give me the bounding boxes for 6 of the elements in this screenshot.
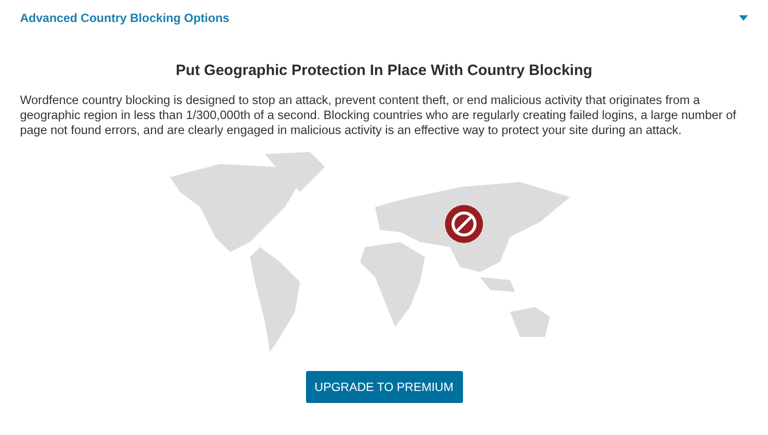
caret-icon[interactable] [739,15,748,21]
heading: Put Geographic Protection In Place With Country Blocking [174,62,594,79]
section-title[interactable]: Advanced Country Blocking Options [20,11,230,25]
upgrade-button[interactable]: UPGRADE TO PREMIUM [306,371,462,403]
prohibited-icon [444,204,484,244]
description: Wordfence country blocking is designed to stop an attack, prevent content theft, or end malicious activity that originates from a geographic region in less than 1/300,000th of a second. Blocking countries who are regularly creating failed logins, a large number of page not found errors, and are clearly engaged in malicious activity is an effective way to protect your site during an attack. [20,93,738,138]
